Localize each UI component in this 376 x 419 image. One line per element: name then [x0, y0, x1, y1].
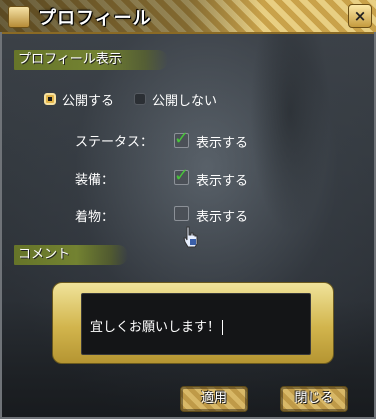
apply-button[interactable]: 適用 [180, 386, 248, 412]
close-dialog-button[interactable]: 閉じる [280, 386, 348, 412]
private-radio-label[interactable]: 公開しない [152, 90, 217, 109]
profile-display-header-label: プロフィール表示 [18, 52, 122, 67]
kimono-option-label[interactable]: 表示する [196, 206, 248, 225]
checkmark-icon: ✓ [174, 128, 190, 149]
equipment-checkbox[interactable]: ✓ [174, 165, 190, 186]
comment-box-frame: 宜しくお願いします！ [52, 282, 334, 364]
status-checkbox[interactable]: ✓ [174, 128, 190, 149]
kimono-label: 着物： [75, 210, 115, 225]
public-radio[interactable] [44, 93, 56, 105]
window-badge-icon [8, 6, 30, 28]
public-radio-label[interactable]: 公開する [62, 90, 114, 109]
hand-cursor-icon [183, 226, 198, 248]
private-radio[interactable] [134, 93, 146, 105]
comment-header: コメント [14, 245, 128, 265]
checkmark-icon: ✓ [174, 165, 190, 186]
kimono-checkbox[interactable] [174, 206, 189, 221]
comment-input-value[interactable]: 宜しくお願いします！ [90, 316, 224, 335]
comment-header-label: コメント [18, 247, 71, 262]
equipment-option-label[interactable]: 表示する [196, 170, 248, 189]
equipment-label: 装備： [75, 173, 115, 188]
status-label: ステータス： [75, 135, 154, 150]
status-option-label[interactable]: 表示する [196, 132, 248, 151]
window-title: プロフィール [38, 8, 152, 29]
profile-display-header: プロフィール表示 [14, 50, 168, 70]
text-caret [222, 320, 224, 335]
close-button[interactable]: × [348, 4, 372, 28]
comment-input[interactable]: 宜しくお願いします！ [81, 293, 311, 355]
profile-window: プロフィール × プロフィール表示 公開する 公開しない ステータス： ✓ 表示… [0, 0, 376, 419]
title-bar[interactable]: プロフィール × [0, 0, 376, 34]
